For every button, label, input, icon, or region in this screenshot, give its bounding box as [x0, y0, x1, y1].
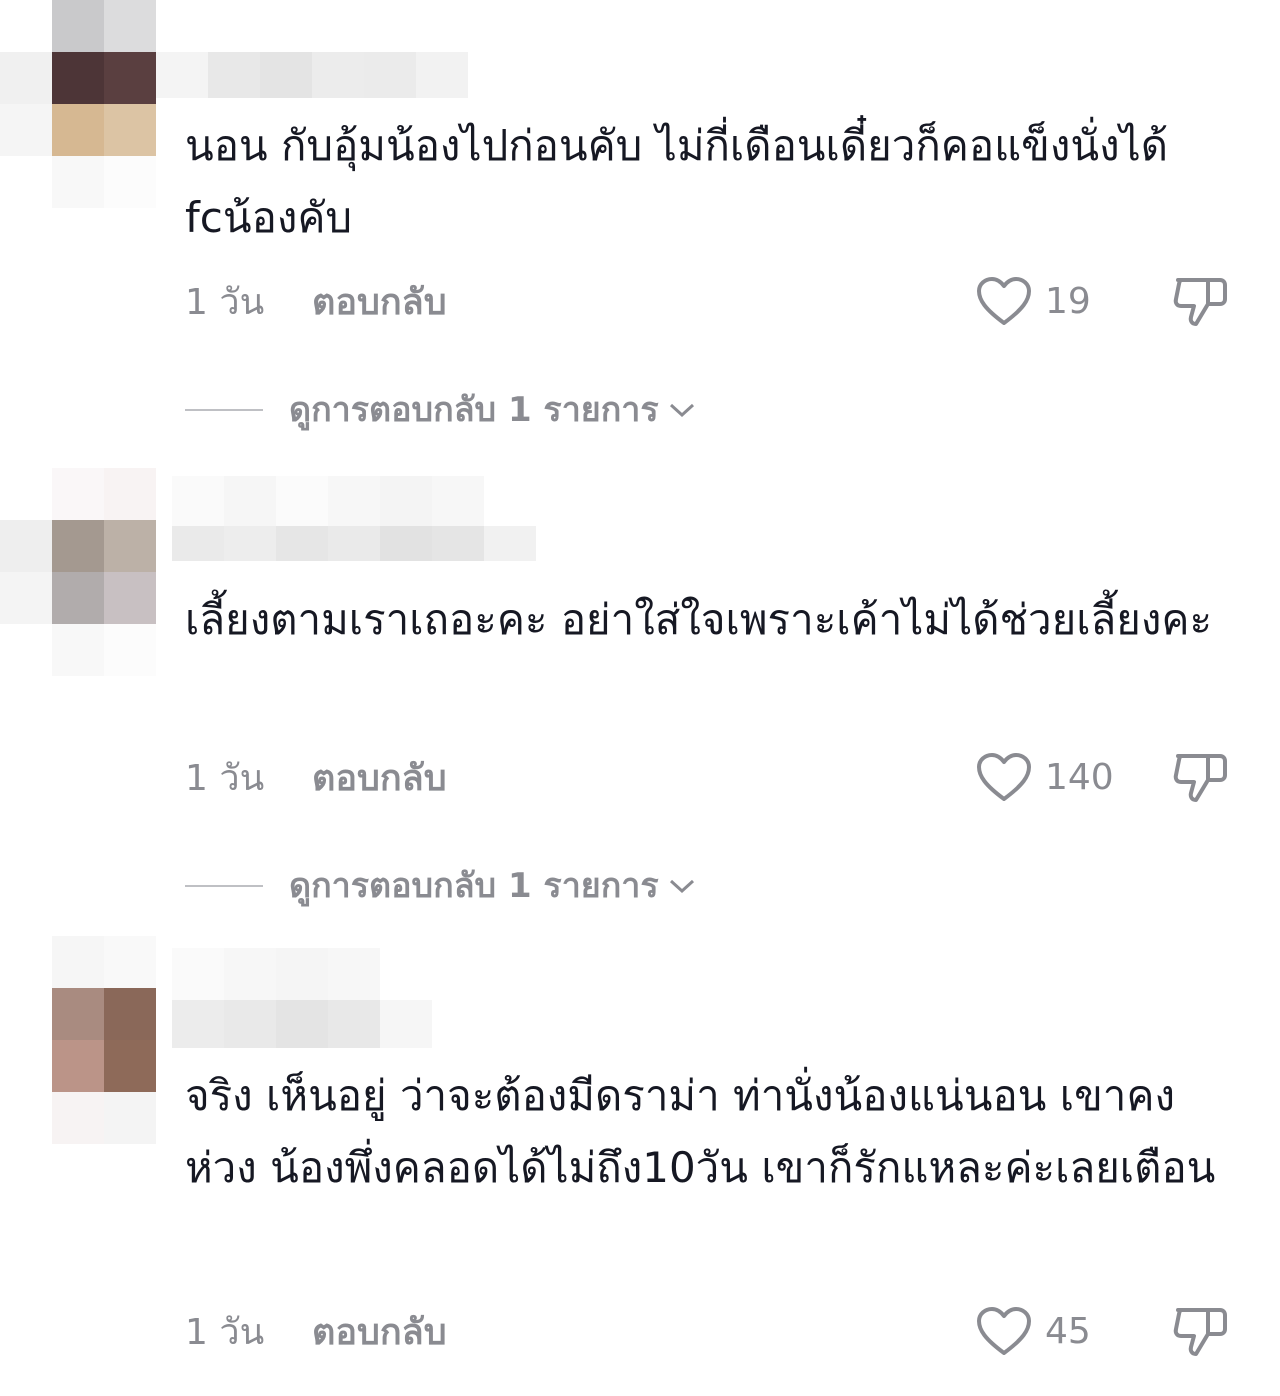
heart-outline-icon	[977, 1307, 1031, 1355]
thumbs-down-icon[interactable]	[1170, 272, 1230, 330]
like-count: 140	[1045, 757, 1114, 798]
thumbs-down-icon[interactable]	[1170, 1302, 1230, 1360]
like-button[interactable]: 19	[975, 276, 1091, 328]
avatar-blurred[interactable]	[0, 468, 156, 676]
divider	[185, 885, 263, 887]
reply-button[interactable]: ตอบกลับ	[312, 1313, 447, 1353]
reply-button[interactable]: ตอบกลับ	[312, 759, 447, 799]
like-count: 19	[1045, 281, 1091, 322]
view-replies-label: ดูการตอบกลับ 1 รายการ	[289, 390, 659, 430]
view-replies-label: ดูการตอบกลับ 1 รายการ	[289, 866, 659, 906]
thumbs-down-icon[interactable]	[1170, 748, 1230, 806]
username-blurred[interactable]	[156, 52, 468, 98]
reply-button[interactable]: ตอบกลับ	[312, 283, 447, 323]
comment-text: เลี้ยงตามเราเถอะคะ อย่าใส่ใจเพราะเค้าไม่…	[185, 595, 1213, 644]
comment-time: 1 วัน	[185, 1312, 265, 1353]
comment-text: จริง เห็นอยู่ ว่าจะต้องมีดราม่า ท่านั่งน…	[185, 1071, 1216, 1192]
comment-text: นอน กับอุ้มน้องไปก่อนคับ ไม่กี่เดือนเดี๋…	[185, 121, 1168, 242]
chevron-down-icon	[669, 879, 694, 894]
comment-time: 1 วัน	[185, 282, 265, 323]
chevron-down-icon	[669, 403, 694, 418]
view-replies-button[interactable]: ดูการตอบกลับ 1 รายการ	[185, 866, 697, 906]
heart-outline-icon	[977, 277, 1031, 325]
view-replies-button[interactable]: ดูการตอบกลับ 1 รายการ	[185, 390, 697, 430]
comment-time: 1 วัน	[185, 758, 265, 799]
like-button[interactable]: 45	[975, 1306, 1091, 1358]
avatar-blurred[interactable]	[0, 0, 156, 208]
username-blurred[interactable]	[172, 948, 432, 1048]
divider	[185, 409, 263, 411]
avatar-blurred[interactable]	[0, 936, 156, 1144]
heart-outline-icon	[977, 753, 1031, 801]
like-button[interactable]: 140	[975, 752, 1114, 804]
like-count: 45	[1045, 1311, 1091, 1352]
username-blurred[interactable]	[172, 476, 536, 561]
